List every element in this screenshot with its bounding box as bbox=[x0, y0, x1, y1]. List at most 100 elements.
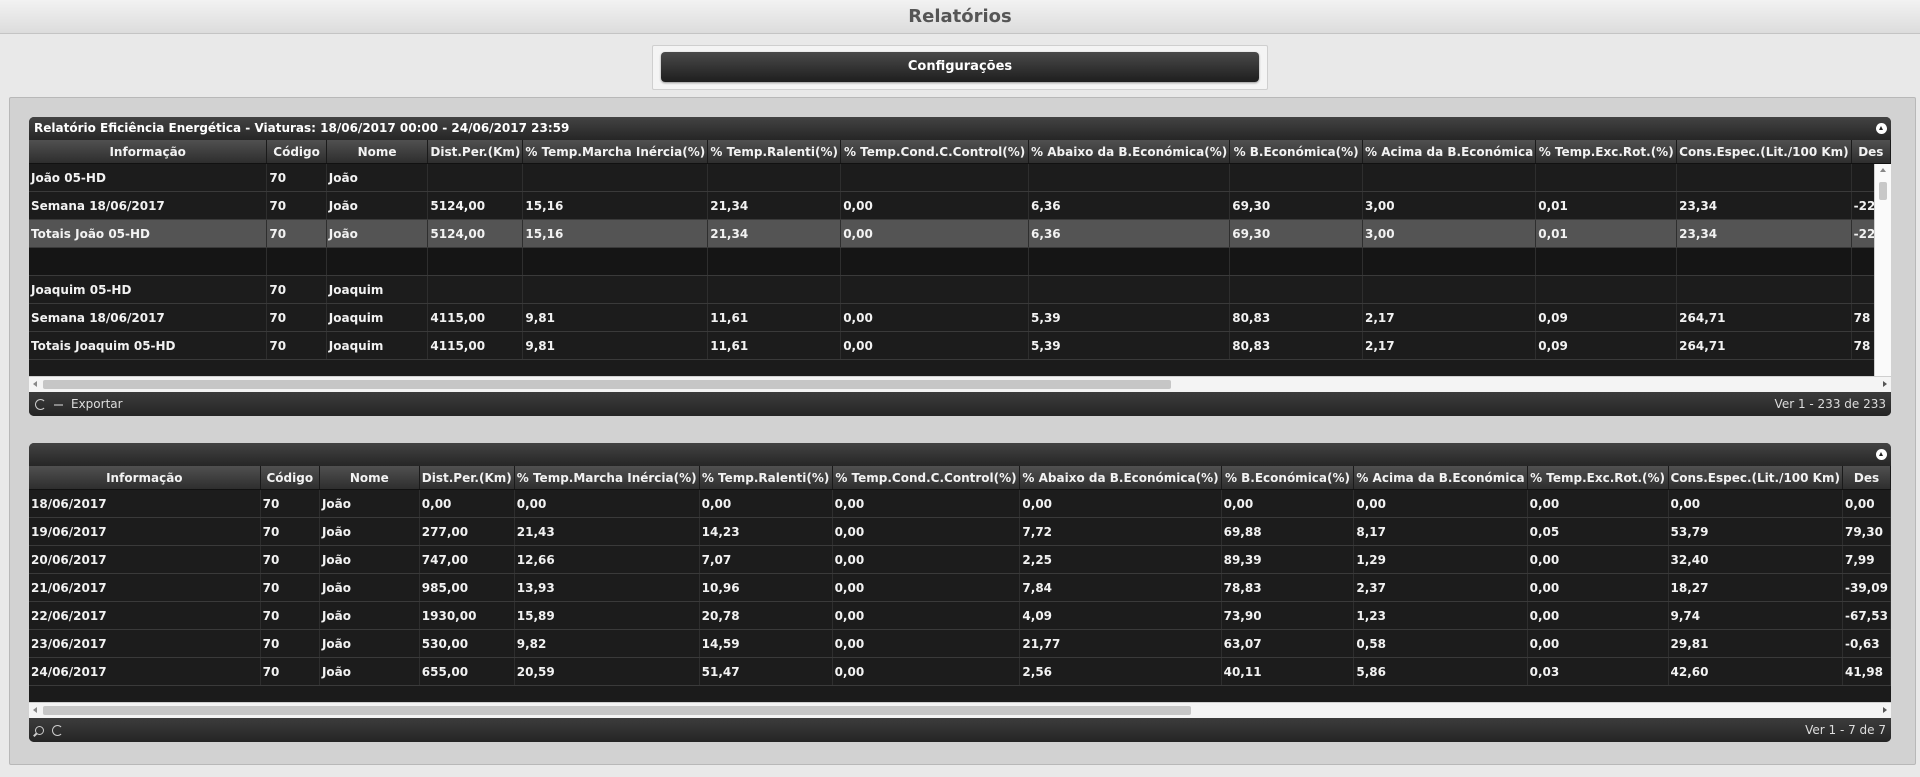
cell-name: João bbox=[326, 163, 429, 192]
search-icon[interactable] bbox=[35, 726, 44, 735]
column-header-info[interactable]: Informação bbox=[29, 466, 261, 490]
pager-text: Ver 1 - 7 de 7 bbox=[1805, 723, 1886, 737]
scroll-thumb[interactable] bbox=[43, 706, 1191, 715]
cell-marcha: 15,89 bbox=[514, 601, 700, 630]
table-row[interactable]: João 05-HD 70 João bbox=[29, 163, 1891, 192]
horizontal-scrollbar[interactable] bbox=[29, 702, 1891, 718]
cell-dist: 0,00 bbox=[419, 489, 515, 518]
column-header-des[interactable]: Des bbox=[1842, 466, 1891, 490]
cell-beco: 80,83 bbox=[1229, 303, 1364, 332]
column-header-acima[interactable]: % Acima da B.Económica bbox=[1362, 140, 1537, 164]
scroll-right-arrow-icon[interactable] bbox=[1883, 707, 1887, 713]
table-row[interactable]: Totais João 05-HD 70 João 5124,00 15,16 21,34… bbox=[29, 219, 1891, 248]
cell-marcha: 20,59 bbox=[514, 657, 700, 686]
cell-abaixo: 2,56 bbox=[1019, 657, 1222, 686]
column-header-acima[interactable]: % Acima da B.Económica bbox=[1353, 466, 1528, 490]
cell-marcha: 9,81 bbox=[522, 303, 709, 332]
cell-cond: 0,00 bbox=[832, 657, 1021, 686]
column-header-dist[interactable]: Dist.Per.(Km) bbox=[419, 466, 515, 490]
column-header-cond[interactable]: % Temp.Cond.C.Control(%) bbox=[832, 466, 1021, 490]
table-row[interactable]: 23/06/2017 70 João 530,00 9,82 14,59 0,00 21,77… bbox=[29, 629, 1891, 658]
config-button[interactable]: Configurações bbox=[661, 52, 1259, 82]
cell-marcha bbox=[522, 247, 709, 276]
cell-excrot: 0,01 bbox=[1535, 191, 1678, 220]
cell-acima bbox=[1362, 163, 1537, 192]
scroll-left-arrow-icon[interactable] bbox=[33, 381, 37, 387]
column-header-name[interactable]: Nome bbox=[319, 466, 420, 490]
collapse-icon[interactable] bbox=[1876, 123, 1887, 134]
column-header-info[interactable]: Informação bbox=[29, 140, 268, 164]
cell-name: João bbox=[326, 191, 429, 220]
table-row[interactable] bbox=[29, 247, 1891, 276]
column-header-abaixo[interactable]: % Abaixo da B.Económica(%) bbox=[1028, 140, 1231, 164]
vertical-scrollbar[interactable] bbox=[1874, 164, 1891, 376]
table-row[interactable]: 20/06/2017 70 João 747,00 12,66 7,07 0,00 2,25 8… bbox=[29, 545, 1891, 574]
column-header-excrot[interactable]: % Temp.Exc.Rot.(%) bbox=[1535, 140, 1678, 164]
cell-beco: 69,30 bbox=[1229, 191, 1364, 220]
cell-des: -0,63 bbox=[1842, 629, 1891, 658]
scroll-right-arrow-icon[interactable] bbox=[1883, 381, 1887, 387]
column-header-marcha[interactable]: % Temp.Marcha Inércia(%) bbox=[522, 140, 709, 164]
table-row[interactable]: 21/06/2017 70 João 985,00 13,93 10,96 0,00 7,84… bbox=[29, 573, 1891, 602]
scroll-thumb[interactable] bbox=[1879, 182, 1887, 200]
table-row[interactable]: 19/06/2017 70 João 277,00 21,43 14,23 0,00 7,72… bbox=[29, 517, 1891, 546]
cell-cond: 0,00 bbox=[840, 191, 1030, 220]
horizontal-scrollbar[interactable] bbox=[29, 376, 1891, 392]
table-row[interactable]: 24/06/2017 70 João 655,00 20,59 51,47 0,00 2,56… bbox=[29, 657, 1891, 686]
refresh-icon[interactable] bbox=[52, 725, 63, 736]
cell-cond: 0,00 bbox=[832, 545, 1021, 574]
cell-code bbox=[266, 247, 327, 276]
cell-cond bbox=[840, 247, 1030, 276]
table-row[interactable]: Joaquim 05-HD 70 Joaquim bbox=[29, 275, 1891, 304]
cell-acima: 2,17 bbox=[1362, 303, 1537, 332]
cell-code: 70 bbox=[266, 219, 327, 248]
cell-cons: 23,34 bbox=[1676, 219, 1852, 248]
column-header-beco[interactable]: % B.Económica(%) bbox=[1221, 466, 1355, 490]
column-header-des[interactable]: Des bbox=[1851, 140, 1891, 164]
table-row[interactable]: Totais Joaquim 05-HD 70 Joaquim 4115,00 9,81… bbox=[29, 331, 1891, 360]
column-header-cons[interactable]: Cons.Espec.(Lit./100 Km) bbox=[1676, 140, 1852, 164]
cell-acima bbox=[1362, 275, 1537, 304]
separator-icon bbox=[54, 403, 63, 406]
grid-pager: Exportar Ver 1 - 233 de 233 bbox=[29, 392, 1891, 416]
column-header-beco[interactable]: % B.Económica(%) bbox=[1229, 140, 1364, 164]
refresh-icon[interactable] bbox=[35, 399, 46, 410]
cell-excrot: 0,00 bbox=[1527, 573, 1669, 602]
cell-acima: 0,00 bbox=[1353, 489, 1528, 518]
cell-ralenti: 7,07 bbox=[699, 545, 833, 574]
collapse-icon[interactable] bbox=[1876, 449, 1887, 460]
table-row[interactable]: Semana 18/06/2017 70 Joaquim 4115,00 9,81 11,… bbox=[29, 303, 1891, 332]
column-header-ralenti[interactable]: % Temp.Ralenti(%) bbox=[699, 466, 833, 490]
column-header-dist[interactable]: Dist.Per.(Km) bbox=[427, 140, 524, 164]
column-header-ralenti[interactable]: % Temp.Ralenti(%) bbox=[707, 140, 842, 164]
cell-abaixo: 2,25 bbox=[1019, 545, 1222, 574]
cell-beco: 69,30 bbox=[1229, 219, 1364, 248]
column-header-marcha[interactable]: % Temp.Marcha Inércia(%) bbox=[514, 466, 700, 490]
column-header-excrot[interactable]: % Temp.Exc.Rot.(%) bbox=[1527, 466, 1669, 490]
cell-excrot: 0,03 bbox=[1527, 657, 1669, 686]
cell-dist: 5124,00 bbox=[427, 219, 524, 248]
cell-cond: 0,00 bbox=[832, 489, 1021, 518]
scroll-up-arrow-icon[interactable] bbox=[1880, 168, 1886, 172]
column-header-cond[interactable]: % Temp.Cond.C.Control(%) bbox=[840, 140, 1030, 164]
cell-cons: 42,60 bbox=[1668, 657, 1843, 686]
cell-beco bbox=[1229, 163, 1364, 192]
scroll-left-arrow-icon[interactable] bbox=[33, 707, 37, 713]
cell-abaixo: 0,00 bbox=[1019, 489, 1222, 518]
scroll-thumb[interactable] bbox=[43, 380, 1171, 389]
column-header-cons[interactable]: Cons.Espec.(Lit./100 Km) bbox=[1668, 466, 1843, 490]
cell-info: 21/06/2017 bbox=[29, 573, 261, 602]
column-header-code[interactable]: Código bbox=[266, 140, 327, 164]
table-row[interactable]: 18/06/2017 70 João 0,00 0,00 0,00 0,00 0,00 0,00… bbox=[29, 489, 1891, 518]
column-header-code[interactable]: Código bbox=[260, 466, 320, 490]
table-row[interactable]: Semana 18/06/2017 70 João 5124,00 15,16 21,34… bbox=[29, 191, 1891, 220]
cell-abaixo bbox=[1028, 163, 1231, 192]
cell-dist: 530,00 bbox=[419, 629, 515, 658]
cell-info: 23/06/2017 bbox=[29, 629, 261, 658]
column-header-name[interactable]: Nome bbox=[326, 140, 429, 164]
cell-cons: 0,00 bbox=[1668, 489, 1843, 518]
cell-acima: 2,17 bbox=[1362, 331, 1537, 360]
table-row[interactable]: 22/06/2017 70 João 1930,00 15,89 20,78 0,00 4,0… bbox=[29, 601, 1891, 630]
export-button[interactable]: Exportar bbox=[71, 392, 123, 416]
column-header-abaixo[interactable]: % Abaixo da B.Económica(%) bbox=[1019, 466, 1222, 490]
